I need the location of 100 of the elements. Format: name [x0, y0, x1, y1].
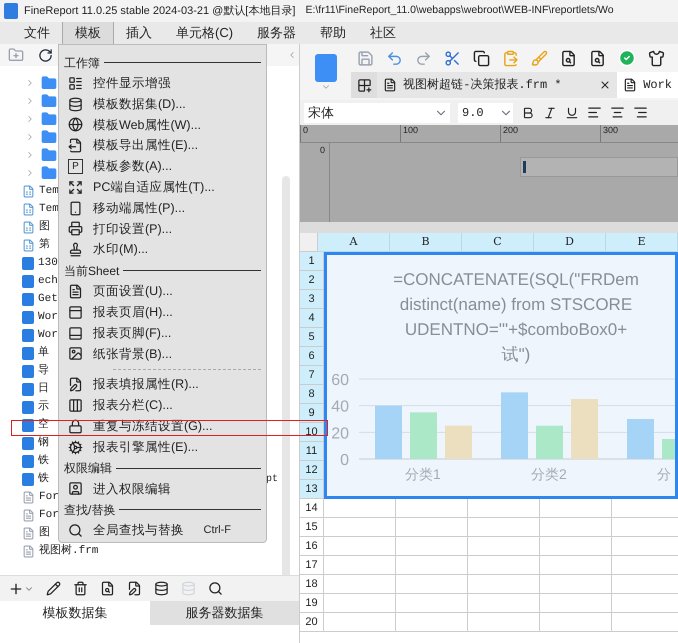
database-icon[interactable] [154, 581, 169, 596]
new-tab-icon[interactable] [356, 78, 372, 92]
menu-item[interactable]: 进入权限编辑 [64, 478, 261, 500]
preview-icon[interactable] [589, 50, 606, 66]
align-left-icon[interactable] [587, 105, 602, 120]
row-header[interactable]: 17 [300, 556, 324, 575]
menu-item[interactable]: 报表填报属性(R)... [64, 374, 261, 396]
select-all-corner[interactable] [300, 233, 318, 252]
tree-item[interactable]: Wor [38, 308, 58, 326]
column-header[interactable]: D [534, 233, 606, 252]
menu-tab[interactable]: 社区 [358, 22, 408, 44]
menu-item[interactable]: 报表引擎属性(E)... [64, 436, 261, 458]
row-header[interactable]: 7 [300, 366, 324, 385]
menu-item[interactable]: 页面设置(U)... [64, 281, 261, 302]
menu-tab[interactable]: 帮助 [308, 22, 358, 44]
tree-item[interactable]: 铁 [38, 470, 49, 488]
tree-item[interactable]: 130 [38, 254, 58, 272]
row-header[interactable]: 10 [300, 423, 324, 442]
row-header[interactable]: 1 [300, 252, 324, 271]
menu-item[interactable]: 移动端属性(P)... [64, 198, 261, 219]
row-header[interactable]: 2 [300, 271, 324, 290]
table-cell[interactable] [468, 594, 540, 613]
bold-icon[interactable] [521, 106, 535, 120]
save-icon[interactable] [357, 50, 374, 66]
table-cell[interactable] [396, 518, 468, 537]
font-family-select[interactable]: 宋体 [304, 102, 450, 122]
column-header[interactable]: E [606, 233, 678, 252]
edit-file-icon[interactable] [127, 581, 142, 596]
close-icon[interactable] [599, 79, 612, 91]
tree-item[interactable]: For [39, 506, 59, 524]
parameter-field[interactable] [520, 157, 678, 177]
tree-item[interactable]: For [39, 488, 59, 506]
italic-icon[interactable] [543, 106, 557, 120]
row-header[interactable]: 8 [300, 385, 324, 404]
refresh-icon[interactable] [38, 48, 53, 62]
align-right-icon[interactable] [633, 105, 648, 120]
menu-tab[interactable]: 文件 [12, 22, 62, 44]
row-header[interactable]: 15 [300, 518, 324, 537]
table-cell[interactable] [396, 575, 468, 594]
table-cell[interactable] [540, 556, 612, 575]
menu-item[interactable]: PC端自适应属性(T)... [64, 176, 261, 198]
tree-item[interactable]: 图 [39, 524, 50, 542]
table-cell[interactable] [540, 537, 612, 556]
tree-item[interactable]: 导 [38, 362, 49, 380]
menu-item[interactable]: 报表页眉(H)... [64, 302, 261, 323]
row-header[interactable]: 4 [300, 309, 324, 328]
document-tab[interactable]: 视图树超链-决策报表.frm * [377, 72, 618, 98]
row-header[interactable]: 9 [300, 404, 324, 423]
menu-item[interactable]: 报表分栏(C)... [64, 395, 261, 416]
tree-item[interactable]: Get [38, 290, 58, 308]
brush-icon[interactable] [531, 50, 548, 66]
table-cell[interactable] [396, 556, 468, 575]
table-cell[interactable] [324, 537, 396, 556]
edit-icon[interactable] [46, 581, 61, 596]
table-cell[interactable] [468, 613, 540, 632]
menu-item[interactable]: 报表页脚(F)... [64, 322, 261, 344]
table-cell[interactable] [468, 537, 540, 556]
delete-icon[interactable] [73, 581, 88, 596]
table-cell[interactable] [468, 518, 540, 537]
menu-tab[interactable]: 插入 [114, 22, 164, 44]
paste-icon[interactable] [502, 50, 520, 66]
table-cell[interactable] [540, 594, 612, 613]
font-size-select[interactable]: 9.0 [458, 102, 513, 122]
table-cell[interactable] [324, 613, 396, 632]
column-header[interactable]: B [390, 233, 462, 252]
tree-item[interactable]: 铁 [38, 452, 49, 470]
dataset-tab[interactable]: 模板数据集 [0, 601, 150, 625]
new-folder-icon[interactable] [8, 47, 24, 63]
row-header[interactable]: 14 [300, 499, 324, 518]
underline-icon[interactable] [565, 106, 579, 120]
tree-item[interactable]: 第 [39, 236, 50, 254]
menu-tab[interactable]: 服务器 [245, 22, 308, 44]
table-cell[interactable] [324, 556, 396, 575]
row-header[interactable]: 20 [300, 613, 324, 632]
menu-item[interactable]: 纸张背景(B)... [64, 344, 261, 364]
menu-item[interactable]: 打印设置(P)... [64, 218, 261, 240]
menu-tab[interactable]: 模板 [62, 22, 114, 44]
column-header[interactable]: C [462, 233, 534, 252]
table-cell[interactable] [540, 613, 612, 632]
menu-item[interactable]: 模板Web属性(W)... [64, 114, 261, 136]
row-header[interactable]: 19 [300, 594, 324, 613]
undo-icon[interactable] [386, 50, 404, 66]
tree-item[interactable]: Wor [38, 326, 58, 344]
document-tab[interactable]: Work [617, 72, 678, 98]
table-cell[interactable] [540, 518, 612, 537]
table-cell[interactable] [540, 575, 612, 594]
redo-icon[interactable] [415, 50, 432, 66]
search-icon[interactable] [208, 581, 223, 596]
preview-file-icon[interactable] [100, 581, 115, 596]
column-header[interactable]: A [318, 233, 390, 252]
row-header[interactable]: 3 [300, 290, 324, 309]
copy-icon[interactable] [473, 50, 490, 66]
tree-item[interactable]: 图 [39, 218, 50, 236]
table-cell[interactable] [396, 613, 468, 632]
tree-item[interactable]: 日 [38, 380, 49, 398]
tree-item[interactable]: 示 [38, 398, 49, 416]
table-cell[interactable] [468, 575, 540, 594]
tree-item[interactable]: ech [38, 272, 58, 290]
menu-item[interactable]: 全局查找与替换 Ctrl-F [64, 520, 261, 542]
table-cell[interactable] [396, 594, 468, 613]
